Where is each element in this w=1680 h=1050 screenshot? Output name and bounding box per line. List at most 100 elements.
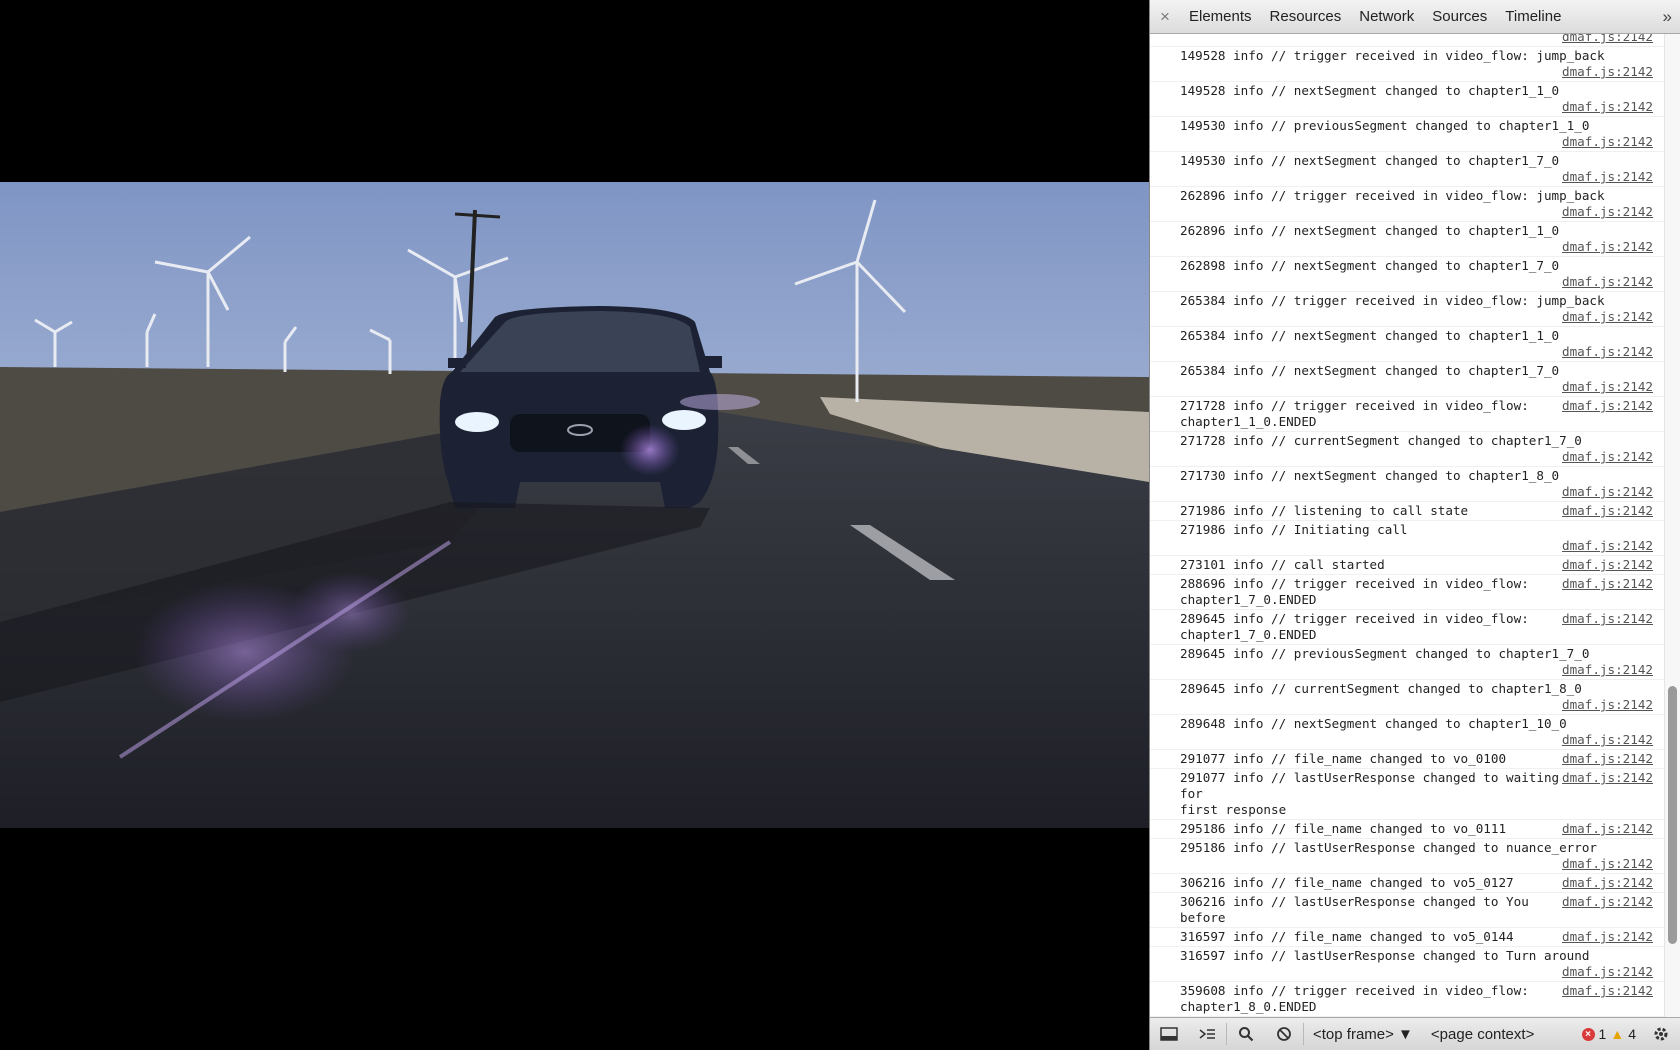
tab-sources[interactable]: Sources <box>1423 0 1496 34</box>
video-frame[interactable] <box>0 182 1149 828</box>
gear-icon[interactable] <box>1642 1018 1680 1050</box>
tab-elements[interactable]: Elements <box>1180 0 1261 34</box>
console-source-link[interactable]: dmaf.js:2142 <box>1562 770 1653 818</box>
console-message: 149528 info // trigger received in video… <box>1150 47 1665 82</box>
console-message: 306216 info // lastUserResponse changed … <box>1150 893 1665 928</box>
console-source-link[interactable]: dmaf.js:2142 <box>1180 484 1653 500</box>
console-source-link[interactable]: dmaf.js:2142 <box>1180 662 1653 678</box>
more-tabs-icon[interactable]: » <box>1663 0 1672 34</box>
tab-resources[interactable]: Resources <box>1261 0 1351 34</box>
console-source-link[interactable]: dmaf.js:2142 <box>1180 379 1653 395</box>
devtools-panel: × Elements Resources Network Sources Tim… <box>1149 0 1680 1050</box>
console-source-link[interactable]: dmaf.js:2142 <box>1180 309 1653 325</box>
frame-select[interactable]: <top frame> ▼ <box>1304 1026 1422 1043</box>
console-source-link[interactable]: dmaf.js:2142 <box>1562 983 1653 1015</box>
console-source-link[interactable]: dmaf.js:2142 <box>1180 274 1653 290</box>
console-message: 306216 info // file_name changed to vo5_… <box>1150 874 1665 893</box>
console-message-text: 306216 info // lastUserResponse changed … <box>1180 894 1529 925</box>
console-message: 316597 info // lastUserResponse changed … <box>1150 947 1665 982</box>
console-message: 271986 info // Initiating call dmaf.js:21… <box>1150 521 1665 556</box>
search-icon[interactable] <box>1227 1018 1265 1050</box>
console-message-text: 289645 info // previousSegment changed t… <box>1180 646 1590 661</box>
console-message: 273101 info // call started dmaf.js:2142 <box>1150 556 1665 575</box>
console-source-link[interactable]: dmaf.js:2142 <box>1562 398 1653 430</box>
console-message-text: 295186 info // file_name changed to vo_0… <box>1180 821 1507 836</box>
console-source-link[interactable]: dmaf.js:2142 <box>1180 169 1653 185</box>
console-source-link[interactable]: dmaf.js:2142 <box>1180 449 1653 465</box>
console-source-link[interactable]: dmaf.js:2142 <box>1562 821 1653 837</box>
console-message-text: 271986 info // Initiating call <box>1180 522 1408 537</box>
console-message: 295186 info // file_name changed to vo_0… <box>1150 820 1665 839</box>
console-message-text: 316597 info // lastUserResponse changed … <box>1180 948 1590 963</box>
console-message: 61458 info // userNumberFirstThree chang… <box>1150 34 1665 47</box>
console-message-text: 288696 info // trigger received in video… <box>1180 576 1529 607</box>
console-message-text: 289645 info // trigger received in video… <box>1180 611 1529 642</box>
console-source-link[interactable]: dmaf.js:2142 <box>1180 64 1653 80</box>
warning-count: 4 <box>1628 1026 1636 1042</box>
console-message: 316597 info // file_name changed to vo5_… <box>1150 928 1665 947</box>
console-message-text: 291077 info // lastUserResponse changed … <box>1180 770 1560 817</box>
error-warning-counts[interactable]: × 1 ▲ 4 <box>1581 1026 1642 1042</box>
console-source-link[interactable]: dmaf.js:2142 <box>1180 697 1653 713</box>
console-source-link[interactable]: dmaf.js:2142 <box>1180 239 1653 255</box>
console-message-text: 271730 info // nextSegment changed to ch… <box>1180 468 1560 483</box>
dock-icon[interactable] <box>1150 1018 1188 1050</box>
close-icon[interactable]: × <box>1150 7 1180 27</box>
console-message-text: 262896 info // nextSegment changed to ch… <box>1180 223 1560 238</box>
console-source-link[interactable]: dmaf.js:2142 <box>1180 34 1653 45</box>
console-source-link[interactable]: dmaf.js:2142 <box>1180 344 1653 360</box>
console-message-text: 271986 info // listening to call state <box>1180 503 1469 518</box>
console-scrollbar[interactable] <box>1664 34 1680 1017</box>
console-message: 149530 info // nextSegment changed to ch… <box>1150 152 1665 187</box>
console-message-text: 265384 info // trigger received in video… <box>1180 293 1605 308</box>
console-message: 149528 info // nextSegment changed to ch… <box>1150 82 1665 117</box>
console-source-link[interactable]: dmaf.js:2142 <box>1180 856 1653 872</box>
console-drawer-icon[interactable] <box>1188 1018 1226 1050</box>
console-message: 291077 info // file_name changed to vo_0… <box>1150 750 1665 769</box>
video-scene-image <box>0 182 1149 828</box>
console-source-link[interactable]: dmaf.js:2142 <box>1562 611 1653 643</box>
console-source-link[interactable]: dmaf.js:2142 <box>1180 99 1653 115</box>
console-source-link[interactable]: dmaf.js:2142 <box>1562 557 1653 573</box>
console-message: 149530 info // previousSegment changed t… <box>1150 117 1665 152</box>
error-count: 1 <box>1598 1026 1607 1042</box>
console-source-link[interactable]: dmaf.js:2142 <box>1562 576 1653 608</box>
console-source-link[interactable]: dmaf.js:2142 <box>1180 204 1653 220</box>
console-message: 262896 info // trigger received in video… <box>1150 187 1665 222</box>
context-select[interactable]: <page context> <box>1422 1026 1543 1043</box>
console-message-text: 262896 info // trigger received in video… <box>1180 188 1605 203</box>
console-message: 271728 info // trigger received in video… <box>1150 397 1665 432</box>
console-message-text: 359608 info // trigger received in video… <box>1180 983 1529 1014</box>
warning-icon: ▲ <box>1610 1026 1625 1042</box>
scrollbar-thumb[interactable] <box>1668 686 1677 944</box>
clear-console-icon[interactable] <box>1265 1018 1303 1050</box>
console-message-text: 149528 info // trigger received in video… <box>1180 48 1605 63</box>
devtools-toolbar: × Elements Resources Network Sources Tim… <box>1150 0 1680 34</box>
console-source-link[interactable]: dmaf.js:2142 <box>1180 732 1653 748</box>
console-source-link[interactable]: dmaf.js:2142 <box>1562 894 1653 926</box>
console-message: 359608 info // trigger received in video… <box>1150 982 1665 1017</box>
console-message: 271986 info // listening to call state dm… <box>1150 502 1665 521</box>
console-message-text: 149530 info // nextSegment changed to ch… <box>1180 153 1560 168</box>
console-message-text: 273101 info // call started <box>1180 557 1385 572</box>
console-source-link[interactable]: dmaf.js:2142 <box>1180 964 1653 980</box>
console-message: 289648 info // nextSegment changed to ch… <box>1150 715 1665 750</box>
console-message-text: 271728 info // currentSegment changed to… <box>1180 433 1582 448</box>
tab-timeline[interactable]: Timeline <box>1496 0 1570 34</box>
console-message: 291077 info // lastUserResponse changed … <box>1150 769 1665 820</box>
console-message: 265384 info // nextSegment changed to ch… <box>1150 327 1665 362</box>
console-source-link[interactable]: dmaf.js:2142 <box>1562 875 1653 891</box>
console-source-link[interactable]: dmaf.js:2142 <box>1562 751 1653 767</box>
console-source-link[interactable]: dmaf.js:2142 <box>1180 538 1653 554</box>
console-source-link[interactable]: dmaf.js:2142 <box>1562 929 1653 945</box>
devtools-status-bar: <top frame> ▼ <page context> × 1 ▲ 4 <box>1150 1017 1680 1050</box>
console-source-link[interactable]: dmaf.js:2142 <box>1562 503 1653 519</box>
console-message: 271728 info // currentSegment changed to… <box>1150 432 1665 467</box>
console-message-text: 291077 info // file_name changed to vo_0… <box>1180 751 1507 766</box>
console-source-link[interactable]: dmaf.js:2142 <box>1180 134 1653 150</box>
tab-network[interactable]: Network <box>1350 0 1423 34</box>
video-player[interactable] <box>0 0 1149 1050</box>
console-log[interactable]: 61458 info // userNumberFirstThree chang… <box>1150 34 1665 1017</box>
console-message: 289645 info // previousSegment changed t… <box>1150 645 1665 680</box>
console-message: 295186 info // lastUserResponse changed … <box>1150 839 1665 874</box>
